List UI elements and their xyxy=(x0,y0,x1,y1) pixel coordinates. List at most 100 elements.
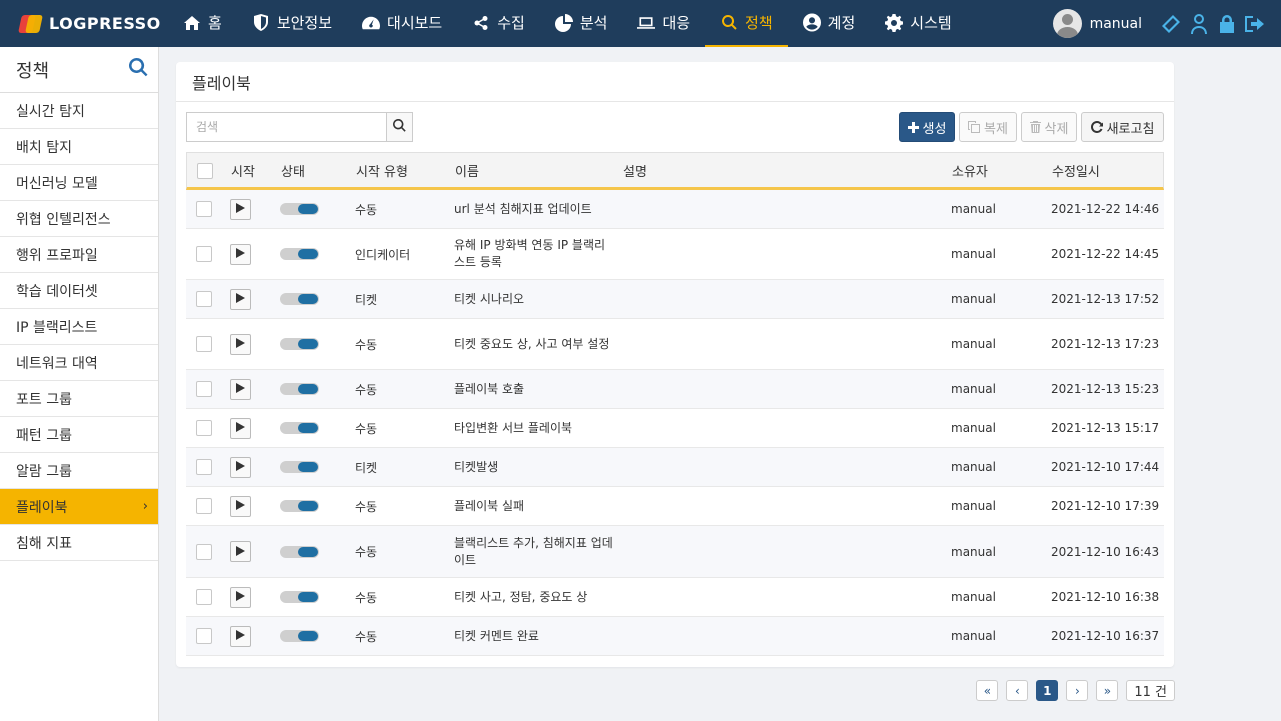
refresh-button[interactable]: 새로고침 xyxy=(1081,112,1164,142)
ticket-icon[interactable] xyxy=(1160,13,1182,35)
play-button[interactable] xyxy=(230,370,251,408)
row-checkbox[interactable] xyxy=(196,578,212,616)
user-name[interactable]: manual xyxy=(1090,16,1142,32)
play-button[interactable] xyxy=(230,280,251,318)
first-page-button[interactable]: « xyxy=(976,680,999,701)
table-row[interactable]: 인디케이터 유해 IP 방화벽 연동 IP 블랙리스트 등록 manual 2021-… xyxy=(186,229,1164,280)
name-cell[interactable]: 블랙리스트 추가, 침해지표 업데이트 xyxy=(454,526,614,577)
name-cell[interactable]: 유해 IP 방화벽 연동 IP 블랙리스트 등록 xyxy=(454,229,614,279)
row-checkbox[interactable] xyxy=(196,190,212,228)
menu-item-security-info[interactable]: 보안정보 xyxy=(237,0,347,47)
play-button[interactable] xyxy=(230,617,251,655)
name-cell[interactable]: 티켓발생 xyxy=(454,448,614,486)
menu-item-home[interactable]: 홈 xyxy=(168,0,237,47)
row-checkbox[interactable] xyxy=(196,487,212,525)
sidebar-item-pattern-group[interactable]: 패턴 그룹 xyxy=(0,417,158,453)
search-input[interactable] xyxy=(186,112,386,142)
sidebar-item-behavior-profile[interactable]: 행위 프로파일 xyxy=(0,237,158,273)
status-toggle[interactable] xyxy=(280,229,319,279)
row-checkbox[interactable] xyxy=(196,526,212,577)
column-header-status[interactable]: 상태 xyxy=(281,153,305,188)
column-header-owner[interactable]: 소유자 xyxy=(952,153,988,188)
sidebar-item-port-group[interactable]: 포트 그룹 xyxy=(0,381,158,417)
play-button[interactable] xyxy=(230,578,251,616)
status-toggle[interactable] xyxy=(280,370,319,408)
status-toggle[interactable] xyxy=(280,526,319,577)
table-row[interactable]: 수동 티켓 커멘트 완료 manual 2021-12-10 16:37 xyxy=(186,617,1164,656)
table-row[interactable]: 수동 티켓 사고, 정탐, 중요도 상 manual 2021-12-10 16:38 xyxy=(186,578,1164,617)
play-button[interactable] xyxy=(230,487,251,525)
sidebar-item-ml-model[interactable]: 머신러닝 모델 xyxy=(0,165,158,201)
last-page-button[interactable]: » xyxy=(1096,680,1119,701)
menu-item-collect[interactable]: 수집 xyxy=(457,0,540,47)
table-row[interactable]: 수동 플레이북 호출 manual 2021-12-13 15:23 xyxy=(186,370,1164,409)
logo[interactable]: LOGPRESSO xyxy=(0,0,168,47)
menu-item-account[interactable]: 계정 xyxy=(788,0,871,47)
play-button[interactable] xyxy=(230,319,251,369)
table-row[interactable]: 티켓 티켓 시나리오 manual 2021-12-13 17:52 xyxy=(186,280,1164,319)
row-checkbox[interactable] xyxy=(196,409,212,447)
column-header-description[interactable]: 설명 xyxy=(623,153,647,188)
status-toggle[interactable] xyxy=(280,190,319,228)
column-header-start[interactable]: 시작 xyxy=(231,153,255,188)
column-header-start-type[interactable]: 시작 유형 xyxy=(356,153,408,188)
next-page-button[interactable]: › xyxy=(1066,680,1089,701)
sidebar-item-network-range[interactable]: 네트워크 대역 xyxy=(0,345,158,381)
row-checkbox[interactable] xyxy=(196,448,212,486)
row-checkbox[interactable] xyxy=(196,617,212,655)
column-header-modified[interactable]: 수정일시 xyxy=(1052,153,1100,188)
table-row[interactable]: 수동 타입변환 서브 플레이북 manual 2021-12-13 15:17 xyxy=(186,409,1164,448)
table-row[interactable]: 수동 url 분석 침해지표 업데이트 manual 2021-12-22 14:46 xyxy=(186,190,1164,229)
menu-item-dashboard[interactable]: 대시보드 xyxy=(347,0,457,47)
table-row[interactable]: 수동 티켓 중요도 상, 사고 여부 설정 manual 2021-12-13 17:… xyxy=(186,319,1164,370)
search-button[interactable] xyxy=(386,112,413,142)
row-checkbox[interactable] xyxy=(196,280,212,318)
sidebar-item-threat-intel[interactable]: 위협 인텔리전스 xyxy=(0,201,158,237)
sidebar-item-ip-blacklist[interactable]: IP 블랙리스트 xyxy=(0,309,158,345)
status-toggle[interactable] xyxy=(280,617,319,655)
create-button[interactable]: 생성 xyxy=(899,112,955,142)
name-cell[interactable]: 티켓 사고, 정탐, 중요도 상 xyxy=(454,578,614,616)
lock-icon[interactable] xyxy=(1216,13,1238,35)
status-toggle[interactable] xyxy=(280,319,319,369)
row-checkbox[interactable] xyxy=(196,370,212,408)
name-cell[interactable]: 플레이북 호출 xyxy=(454,370,614,408)
row-checkbox[interactable] xyxy=(196,229,212,279)
play-button[interactable] xyxy=(230,448,251,486)
prev-page-button[interactable]: ‹ xyxy=(1006,680,1029,701)
menu-item-policy[interactable]: 정책 xyxy=(705,0,788,47)
row-checkbox[interactable] xyxy=(196,319,212,369)
table-row[interactable]: 티켓 티켓발생 manual 2021-12-10 17:44 xyxy=(186,448,1164,487)
name-cell[interactable]: 티켓 중요도 상, 사고 여부 설정 xyxy=(454,319,614,369)
search-icon[interactable] xyxy=(129,57,148,81)
page-button-current[interactable]: 1 xyxy=(1036,680,1059,701)
play-button[interactable] xyxy=(230,409,251,447)
sidebar-item-batch-detection[interactable]: 배치 탐지 xyxy=(0,129,158,165)
select-all-checkbox[interactable] xyxy=(197,153,213,188)
user-outline-icon[interactable] xyxy=(1188,13,1210,35)
name-cell[interactable]: 티켓 시나리오 xyxy=(454,280,614,318)
sidebar-item-playbook[interactable]: 플레이북 › xyxy=(0,489,158,525)
name-cell[interactable]: 플레이북 실패 xyxy=(454,487,614,525)
sidebar-item-alarm-group[interactable]: 알람 그룹 xyxy=(0,453,158,489)
menu-item-system[interactable]: 시스템 xyxy=(870,0,966,47)
table-row[interactable]: 수동 블랙리스트 추가, 침해지표 업데이트 manual 2021-12-10 16… xyxy=(186,526,1164,578)
status-toggle[interactable] xyxy=(280,487,319,525)
sidebar-item-ioc[interactable]: 침해 지표 xyxy=(0,525,158,561)
play-button[interactable] xyxy=(230,229,251,279)
menu-item-response[interactable]: 대응 xyxy=(622,0,705,47)
copy-button[interactable]: 복제 xyxy=(959,112,1017,142)
column-header-name[interactable]: 이름 xyxy=(455,153,479,188)
menu-item-analysis[interactable]: 분석 xyxy=(540,0,623,47)
status-toggle[interactable] xyxy=(280,280,319,318)
play-button[interactable] xyxy=(230,526,251,577)
play-button[interactable] xyxy=(230,190,251,228)
name-cell[interactable]: url 분석 침해지표 업데이트 xyxy=(454,190,614,228)
status-toggle[interactable] xyxy=(280,409,319,447)
logout-icon[interactable] xyxy=(1244,13,1266,35)
delete-button[interactable]: 삭제 xyxy=(1021,112,1077,142)
sidebar-item-realtime-detection[interactable]: 실시간 탐지 xyxy=(0,93,158,129)
status-toggle[interactable] xyxy=(280,578,319,616)
avatar[interactable] xyxy=(1052,9,1082,38)
name-cell[interactable]: 타입변환 서브 플레이북 xyxy=(454,409,614,447)
